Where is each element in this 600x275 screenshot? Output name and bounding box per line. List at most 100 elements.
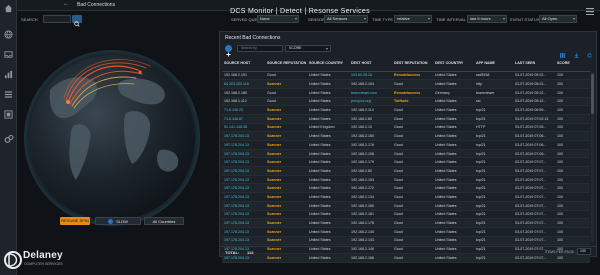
table-cell: Good xyxy=(392,175,433,185)
table-cell: 100 xyxy=(555,201,590,211)
country-dropdown[interactable]: All Countries xyxy=(144,217,184,225)
search-icon xyxy=(74,21,80,27)
table-cell: 100 xyxy=(555,166,590,176)
speed-toggle[interactable]: SLOW xyxy=(95,217,141,225)
table-row[interactable]: 71.6.146.20 Scanner United States 192.168.2… xyxy=(222,105,590,115)
table-row[interactable]: 192.168.2.180 Good United States teamviewer… xyxy=(222,88,590,98)
table-cell: 197.178.204.13 xyxy=(222,210,265,220)
table-cell: tcp/21 xyxy=(474,192,513,202)
served-queries-dropdown[interactable]: None xyxy=(257,15,299,23)
table-row[interactable]: 197.178.204.13 Scanner United States 192.16… xyxy=(222,140,590,150)
table-row[interactable]: 197.178.204.13 Scanner United States 192.16… xyxy=(222,218,590,228)
table-row[interactable]: 197.178.204.13 Scanner United States 192.16… xyxy=(222,201,590,211)
table-cell: Good xyxy=(392,123,433,133)
source-marker xyxy=(66,100,70,104)
column-header[interactable]: SOURCE REPUTATION xyxy=(265,56,307,72)
table-cell: United States xyxy=(433,79,474,89)
scrollbar-thumb[interactable] xyxy=(591,74,594,114)
export-icon[interactable] xyxy=(574,45,579,58)
table-cell: Good xyxy=(392,218,433,228)
table-cell: 100 xyxy=(555,105,590,115)
column-header[interactable]: LAST SEEN xyxy=(513,56,555,72)
table-cell: Scanner xyxy=(265,157,307,168)
time-interval-dropdown[interactable]: last 6 hours xyxy=(467,15,507,23)
table-cell: Good xyxy=(392,192,433,202)
table-row[interactable]: 197.178.204.13 Scanner United States 192.16… xyxy=(222,157,590,168)
table-header-row: SOURCE HOST SOURCE REPUTATION SOURCE COUNT… xyxy=(222,56,590,72)
inbox-icon[interactable] xyxy=(0,50,17,64)
table-cell: Scanner xyxy=(265,192,307,202)
back-arrow-icon[interactable]: ← xyxy=(63,1,69,7)
table-row[interactable]: 197.178.204.13 Scanner United States 192.16… xyxy=(222,236,590,246)
table-row[interactable]: 197.178.204.13 Scanner United States 192.16… xyxy=(222,210,590,220)
table-row[interactable]: 197.178.204.13 Scanner United States 192.16… xyxy=(222,131,590,141)
table-cell: United States xyxy=(307,114,349,124)
event-status-dropdown[interactable]: All Open xyxy=(539,15,577,23)
table-cell: 03-07-2019 07:07... xyxy=(513,236,555,246)
table-cell: 192.168.2.145 xyxy=(349,227,392,237)
column-header[interactable]: APP NAME xyxy=(474,56,513,72)
company-logo: Delaney COMPUTER SERVICES xyxy=(3,248,69,272)
table-row[interactable]: 71.6.146.87 Scanner United States 192.168.2… xyxy=(222,114,590,124)
table-row[interactable]: 192.168.2.191 Good United States 103.60.28.… xyxy=(222,71,590,81)
chevron-down-icon xyxy=(428,18,430,20)
gear-group-icon[interactable] xyxy=(0,134,17,148)
table-row[interactable]: 197.178.204.13 Scanner United States 192.16… xyxy=(222,166,590,176)
total-label: TOTAL: xyxy=(225,250,240,255)
search-button[interactable] xyxy=(72,15,82,27)
table-row[interactable]: 64.203.200.118 Scanner United States 192.16… xyxy=(222,79,590,89)
column-header[interactable]: SOURCE HOST xyxy=(222,56,265,72)
table-cell: 100 xyxy=(555,114,590,124)
globe-controls: RESUME SPIN SLOW All Countries xyxy=(60,216,210,226)
column-header[interactable]: DEST REPUTATION xyxy=(392,56,433,72)
table-cell: 100 xyxy=(555,227,590,237)
table-cell: 192.168.2.143 xyxy=(349,236,392,246)
table-cell: 197.178.204.13 xyxy=(222,175,265,185)
table-row[interactable]: 197.178.204.13 Scanner United States 192.16… xyxy=(222,183,590,194)
sensor-dropdown[interactable]: All Sensors xyxy=(324,15,368,23)
search-input[interactable] xyxy=(43,15,71,23)
list-icon[interactable] xyxy=(0,90,17,104)
items-per-page-dropdown[interactable]: 100 xyxy=(577,248,591,255)
panel-search-input[interactable]: Search by xyxy=(237,45,283,52)
column-header[interactable]: DEST HOST xyxy=(349,56,392,72)
table-cell: United States xyxy=(307,166,349,176)
table-cell: Good xyxy=(265,71,307,81)
settings-icon[interactable] xyxy=(0,110,17,124)
column-header[interactable]: SCORE xyxy=(555,56,590,72)
table-cell: 64.203.200.118 xyxy=(222,79,265,89)
attack-globe[interactable] xyxy=(20,30,215,235)
table-cell: 100 xyxy=(555,192,590,202)
table-row[interactable]: 197.178.204.13 Scanner United States 192.16… xyxy=(222,175,590,185)
column-header[interactable]: SOURCE COUNTRY xyxy=(307,56,349,72)
table-cell: 103.60.28.26 xyxy=(349,71,392,81)
table-cell: 03-07-2019 05:22... xyxy=(513,71,555,81)
table-cell: 197.178.204.13 xyxy=(222,166,265,176)
table-cell: 192.168.2.104 xyxy=(349,79,392,89)
refresh-icon[interactable] xyxy=(587,45,592,58)
sort-dropdown[interactable]: SCORE xyxy=(285,45,331,52)
time-type-dropdown[interactable]: relative xyxy=(394,15,432,23)
column-header[interactable]: DEST COUNTRY xyxy=(433,56,474,72)
table-cell: 03-07-2019 07:07... xyxy=(513,175,555,185)
table-scrollbar[interactable] xyxy=(591,72,594,242)
table-cell: 03-07-2019 07:07... xyxy=(513,192,555,202)
table-cell: 192.168.2.114 xyxy=(349,105,392,115)
columns-icon[interactable] xyxy=(560,45,566,58)
resume-spin-button[interactable]: RESUME SPIN xyxy=(60,217,90,225)
table-row[interactable]: 197.178.204.13 Scanner United States 192.16… xyxy=(222,192,590,202)
table-cell: United Kingdom xyxy=(307,123,349,133)
table-row[interactable]: 192.168.1.112 Good United States proxy.tor.… xyxy=(222,97,590,107)
table-cell: tcp/21 xyxy=(474,175,513,185)
table-row[interactable]: 51.141.148.36 Scanner United Kingdom 192.16… xyxy=(222,123,590,133)
globe-icon[interactable] xyxy=(0,30,17,44)
table-cell: Good xyxy=(392,105,433,115)
table-row[interactable]: 197.178.204.13 Scanner United States 192.16… xyxy=(222,149,590,159)
add-icon[interactable] xyxy=(225,45,232,57)
table-cell: United States xyxy=(433,166,474,176)
recent-bad-connections-panel: Recent Bad Connections Search by SCORE S… xyxy=(219,31,597,263)
table-cell: 71.6.146.87 xyxy=(222,114,265,124)
chart-icon[interactable] xyxy=(0,70,17,84)
table-row[interactable]: 197.178.204.13 Scanner United States 192.16… xyxy=(222,227,590,237)
chevron-down-icon xyxy=(295,18,297,20)
